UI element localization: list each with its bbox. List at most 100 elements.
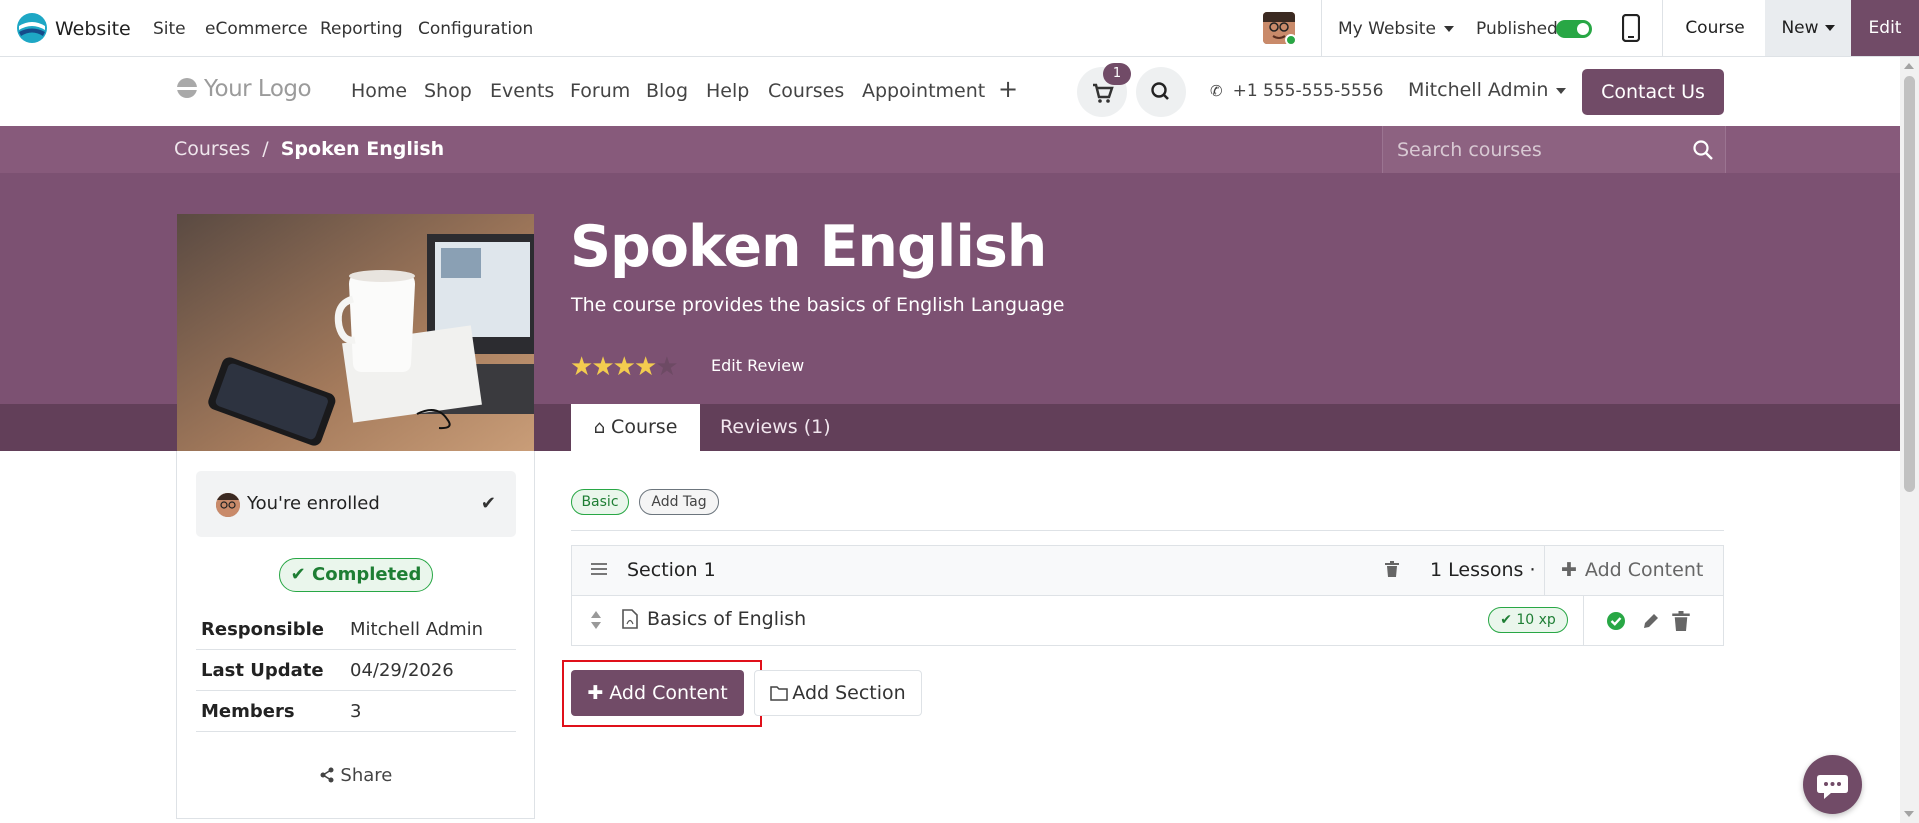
avatar bbox=[216, 493, 240, 517]
livechat-button[interactable] bbox=[1803, 755, 1862, 814]
nav-help[interactable]: Help bbox=[706, 80, 749, 102]
nav-appointment[interactable]: Appointment bbox=[862, 80, 985, 102]
mobile-preview-icon[interactable] bbox=[1622, 14, 1640, 42]
section-add-content-label: Add Content bbox=[1584, 559, 1704, 581]
tab-course[interactable]: ⌂ Course bbox=[571, 404, 700, 451]
star-empty-icon: ★ bbox=[655, 352, 678, 382]
nav-forum[interactable]: Forum bbox=[570, 80, 630, 102]
scroll-up-icon[interactable] bbox=[1904, 63, 1914, 69]
search-icon bbox=[1151, 82, 1169, 100]
search-icon[interactable] bbox=[1691, 138, 1715, 162]
new-label: New bbox=[1781, 18, 1819, 38]
divider bbox=[1662, 0, 1663, 56]
drag-handle-icon[interactable] bbox=[591, 561, 607, 577]
breadcrumb-current: Spoken English bbox=[280, 138, 445, 160]
site-logo[interactable]: Your Logo bbox=[174, 76, 312, 102]
trash-icon[interactable] bbox=[1671, 611, 1691, 631]
rating-stars: ★★★★★ bbox=[570, 352, 679, 382]
contact-us-button[interactable]: Contact Us bbox=[1582, 69, 1724, 115]
breadcrumb-courses[interactable]: Courses bbox=[174, 138, 250, 160]
user-avatar[interactable] bbox=[1263, 12, 1295, 44]
nav-home[interactable]: Home bbox=[351, 80, 407, 102]
enrolled-card: You're enrolled ✔ bbox=[196, 471, 516, 537]
menu-site[interactable]: Site bbox=[153, 19, 186, 39]
completed-check-icon[interactable] bbox=[1606, 611, 1626, 631]
pencil-icon[interactable] bbox=[1641, 611, 1661, 631]
lesson-actions bbox=[1583, 596, 1724, 645]
search-button[interactable] bbox=[1136, 67, 1186, 117]
info-value: 04/29/2026 bbox=[350, 660, 454, 681]
add-content-label: Add Content bbox=[609, 682, 728, 704]
tag-basic[interactable]: Basic bbox=[571, 489, 629, 515]
user-name: Mitchell Admin bbox=[1408, 79, 1549, 101]
section-name[interactable]: Section 1 bbox=[627, 559, 716, 581]
tab-reviews[interactable]: Reviews (1) bbox=[720, 404, 831, 451]
lesson-name[interactable]: Basics of English bbox=[647, 608, 806, 630]
check-icon: ✔ bbox=[1500, 612, 1517, 628]
divider bbox=[571, 530, 1724, 531]
page: Website Site eCommerce Reporting Configu… bbox=[0, 0, 1919, 823]
course-cover-image bbox=[177, 214, 534, 451]
plus-icon: ✚ bbox=[1561, 559, 1577, 581]
app-name[interactable]: Website bbox=[55, 18, 131, 40]
status-badge-label: Completed bbox=[312, 564, 422, 585]
avatar-face-icon bbox=[216, 493, 240, 517]
lesson-row: Basics of English ✔ 10 xp bbox=[571, 596, 1724, 646]
phone-icon: ✆ bbox=[1210, 82, 1223, 100]
star-filled-icon: ★ bbox=[591, 352, 614, 382]
section-row: Section 1 1 Lessons · ✚ Add Content bbox=[571, 545, 1724, 596]
sort-handle-icon[interactable] bbox=[591, 611, 601, 629]
edit-review-link[interactable]: Edit Review bbox=[711, 356, 804, 375]
course-title: Spoken English bbox=[570, 214, 1047, 280]
add-menu-icon[interactable]: + bbox=[998, 75, 1018, 103]
site-header: Your Logo Home Shop Events Forum Blog He… bbox=[0, 57, 1900, 126]
check-icon: ✔ bbox=[290, 564, 313, 585]
published-toggle[interactable] bbox=[1556, 20, 1592, 38]
info-label: Responsible bbox=[201, 619, 324, 640]
course-search bbox=[1382, 126, 1726, 173]
my-website-label: My Website bbox=[1338, 19, 1436, 39]
tab-course-label: Course bbox=[611, 416, 678, 438]
info-row-members: Members 3 bbox=[196, 691, 516, 732]
divider bbox=[1321, 0, 1322, 56]
trash-icon[interactable] bbox=[1385, 561, 1399, 577]
published-label: Published bbox=[1476, 19, 1558, 39]
menu-reporting[interactable]: Reporting bbox=[320, 19, 403, 39]
my-website-dropdown[interactable]: My Website bbox=[1338, 19, 1454, 39]
caret-down-icon bbox=[1556, 87, 1567, 94]
search-courses-input[interactable] bbox=[1383, 126, 1683, 173]
home-icon: ⌂ bbox=[593, 417, 606, 438]
star-filled-icon: ★ bbox=[612, 352, 636, 382]
course-menu-button[interactable]: Course bbox=[1665, 0, 1765, 56]
lessons-count: 1 Lessons · bbox=[1430, 559, 1536, 581]
menu-configuration[interactable]: Configuration bbox=[418, 19, 533, 39]
nav-courses[interactable]: Courses bbox=[768, 80, 844, 102]
add-section-button[interactable]: Add Section bbox=[754, 670, 922, 716]
nav-blog[interactable]: Blog bbox=[646, 80, 688, 102]
breadcrumb-bar: Courses / Spoken English bbox=[0, 126, 1900, 173]
edit-button[interactable]: Edit bbox=[1851, 0, 1919, 56]
website-app-icon[interactable] bbox=[16, 12, 48, 44]
pdf-file-icon bbox=[622, 609, 638, 629]
section-add-content-button[interactable]: ✚ Add Content bbox=[1544, 546, 1724, 595]
course-subtitle: The course provides the basics of Englis… bbox=[571, 294, 1065, 316]
share-button[interactable]: Share bbox=[177, 765, 534, 786]
share-label: Share bbox=[340, 765, 393, 786]
add-content-button[interactable]: ✚ Add Content bbox=[571, 670, 744, 716]
new-button[interactable]: New bbox=[1765, 0, 1851, 56]
add-tag-button[interactable]: Add Tag bbox=[639, 489, 719, 515]
info-label: Last Update bbox=[201, 660, 324, 681]
star-filled-icon: ★ bbox=[570, 352, 593, 382]
status-badge: ✔ Completed bbox=[279, 558, 433, 592]
add-section-label: Add Section bbox=[792, 682, 906, 704]
xp-label: 10 xp bbox=[1516, 612, 1556, 628]
nav-shop[interactable]: Shop bbox=[424, 80, 472, 102]
nav-events[interactable]: Events bbox=[490, 80, 554, 102]
logo-text: Your Logo bbox=[204, 76, 312, 102]
menu-ecommerce[interactable]: eCommerce bbox=[205, 19, 308, 39]
scrollbar-thumb[interactable] bbox=[1904, 76, 1915, 492]
phone-link[interactable]: ✆ +1 555-555-5556 bbox=[1210, 81, 1383, 101]
star-filled-icon: ★ bbox=[633, 352, 657, 382]
user-dropdown[interactable]: Mitchell Admin bbox=[1408, 79, 1567, 101]
scroll-down-icon[interactable] bbox=[1904, 811, 1914, 817]
